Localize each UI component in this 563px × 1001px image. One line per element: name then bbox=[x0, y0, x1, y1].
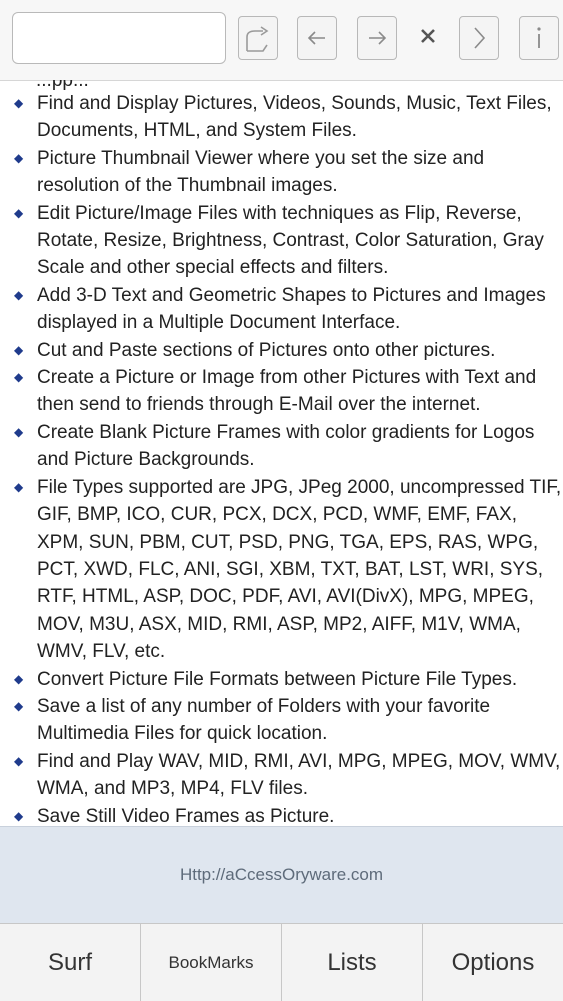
info-button[interactable] bbox=[519, 16, 559, 60]
bullet-icon: ◆ bbox=[14, 753, 24, 768]
list-item: ◆ Picture Thumbnail Viewer where you set … bbox=[0, 145, 563, 200]
bullet-icon: ◆ bbox=[14, 150, 24, 165]
bullet-icon: ◆ bbox=[14, 205, 24, 220]
bullet-icon: ◆ bbox=[14, 287, 24, 302]
forward-arrow-icon bbox=[365, 26, 389, 50]
tab-surf[interactable]: Surf bbox=[0, 924, 141, 1001]
close-icon bbox=[419, 27, 437, 50]
bottom-tab-bar: Surf BookMarks Lists Options bbox=[0, 923, 563, 1001]
tab-options[interactable]: Options bbox=[423, 924, 563, 1001]
share-icon bbox=[243, 23, 273, 53]
chevron-right-icon bbox=[469, 25, 489, 51]
share-button[interactable] bbox=[238, 16, 278, 60]
bullet-icon: ◆ bbox=[14, 370, 24, 385]
list-item: ◆ Find and Display Pictures, Videos, Soun… bbox=[0, 90, 563, 145]
website-link-bar[interactable]: Http://aCcessOryware.com bbox=[0, 826, 563, 923]
list-item: ◆ Cut and Paste sections of Pictures onto… bbox=[0, 337, 563, 364]
bullet-icon: ◆ bbox=[14, 479, 24, 494]
bullet-icon: ◆ bbox=[14, 342, 24, 357]
tab-bookmarks[interactable]: BookMarks bbox=[141, 924, 282, 1001]
list-item: ◆ Add 3-D Text and Geometric Shapes to Pi… bbox=[0, 282, 563, 337]
url-input[interactable] bbox=[12, 12, 226, 64]
bullet-icon: ◆ bbox=[14, 808, 24, 823]
list-item: ◆ File Types supported are JPG, JPeg 2000… bbox=[0, 474, 563, 666]
list-item: ◆ Find and Play WAV, MID, RMI, AVI, MPG, … bbox=[0, 748, 563, 803]
back-arrow-icon bbox=[305, 26, 329, 50]
back-button[interactable] bbox=[297, 16, 337, 60]
list-item: ◆ Convert Picture File Formats between Pi… bbox=[0, 666, 563, 693]
bullet-icon: ◆ bbox=[14, 424, 24, 439]
website-link[interactable]: Http://aCcessOryware.com bbox=[180, 865, 383, 885]
feature-list: ◆ Find and Display Pictures, Videos, Soun… bbox=[0, 90, 563, 826]
stop-button[interactable] bbox=[413, 16, 443, 60]
list-item: ◆ Save Still Video Frames as Picture. bbox=[0, 803, 563, 826]
tab-lists[interactable]: Lists bbox=[282, 924, 423, 1001]
forward-button[interactable] bbox=[357, 16, 397, 60]
list-item: ◆ Create a Picture or Image from other Pi… bbox=[0, 364, 563, 419]
list-item: ◆ Create Blank Picture Frames with color … bbox=[0, 419, 563, 474]
info-icon bbox=[529, 24, 549, 52]
bullet-icon: ◆ bbox=[14, 96, 24, 110]
bullet-icon: ◆ bbox=[14, 671, 24, 686]
list-item: ◆ Save a list of any number of Folders wi… bbox=[0, 693, 563, 748]
feature-list-area[interactable]: ...pp... ◆ Find and Display Pictures, Vid… bbox=[0, 80, 563, 826]
bullet-icon: ◆ bbox=[14, 698, 24, 713]
top-toolbar bbox=[0, 0, 563, 81]
next-button[interactable] bbox=[459, 16, 499, 60]
list-item: ◆ Edit Picture/Image Files with technique… bbox=[0, 200, 563, 282]
